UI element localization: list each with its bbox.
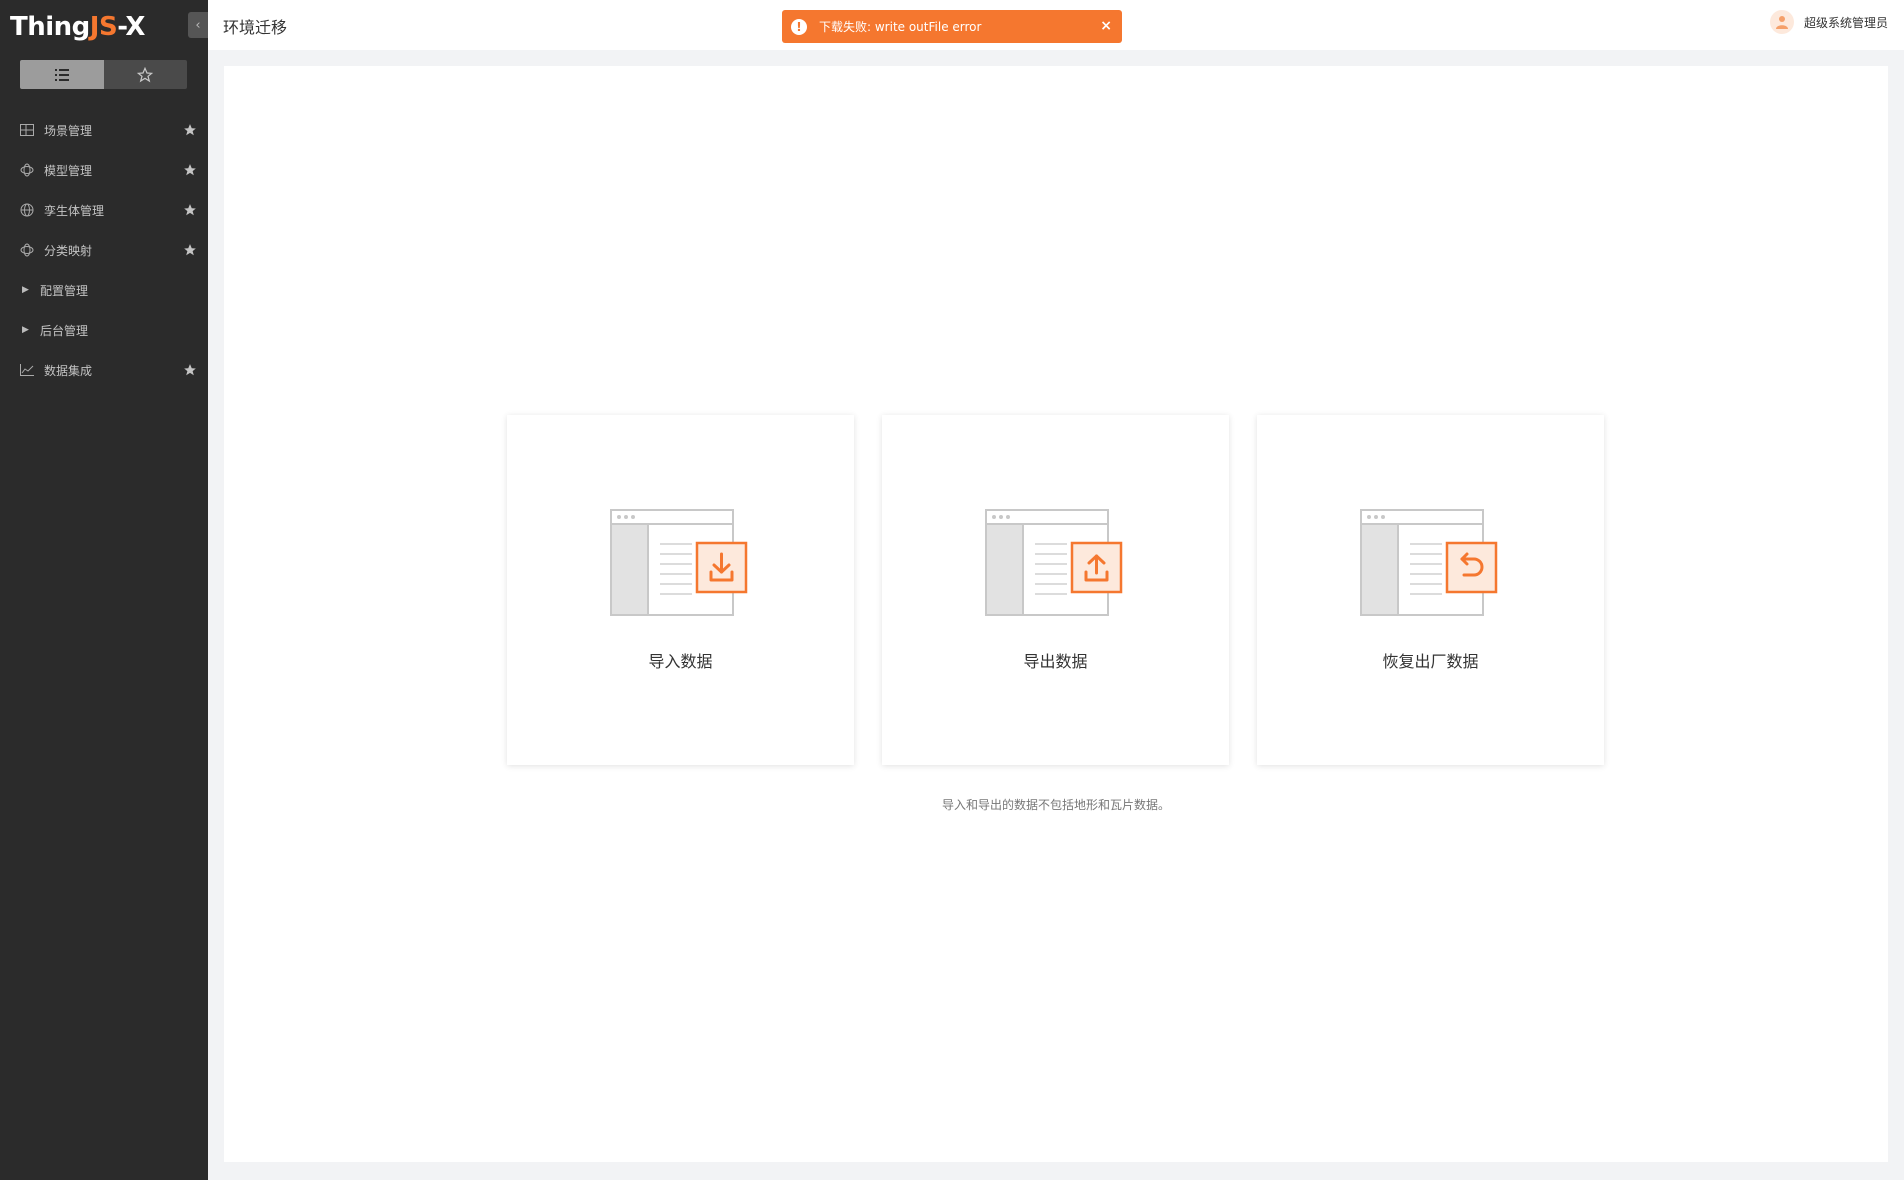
sidebar-item-category-mapping[interactable]: 分类映射 bbox=[0, 230, 208, 270]
caret-right-icon: ▶ bbox=[22, 325, 29, 335]
sidebar-item-model[interactable]: 模型管理 bbox=[0, 150, 208, 190]
info-note: 导入和导出的数据不包括地形和瓦片数据。 bbox=[941, 798, 1170, 812]
all-menus-tab[interactable] bbox=[20, 60, 104, 89]
logo-text-thing: Thing bbox=[10, 12, 90, 42]
sidebar-item-data-integration[interactable]: 数据集成 bbox=[0, 350, 208, 390]
user-menu[interactable]: 超级系统管理员 bbox=[1769, 10, 1888, 34]
exclamation-icon: ! bbox=[791, 18, 807, 35]
card-label: 恢复出厂数据 bbox=[1382, 652, 1479, 671]
favorite-star-icon[interactable] bbox=[183, 123, 197, 140]
favorite-star-icon[interactable] bbox=[183, 243, 197, 260]
sidebar-item-label: 场景管理 bbox=[44, 123, 93, 138]
sidebar-menu: 场景管理 模型管理 孪生体管理 分类映射 ▶ 配置管理 ▶ 后台管理 数据集成 bbox=[0, 110, 208, 390]
favorites-tab[interactable] bbox=[103, 60, 187, 89]
collapse-sidebar-button[interactable]: ‹ bbox=[188, 12, 208, 38]
card-label: 导入数据 bbox=[648, 652, 713, 671]
sidebar-item-label: 配置管理 bbox=[40, 283, 89, 298]
app-logo[interactable]: Thing JS -X bbox=[10, 10, 145, 44]
sidebar-item-label: 后台管理 bbox=[40, 323, 89, 338]
star-outline-icon bbox=[137, 66, 154, 82]
view-toggle bbox=[20, 60, 187, 89]
chevron-left-icon: ‹ bbox=[195, 17, 201, 33]
close-icon[interactable]: × bbox=[1100, 18, 1112, 34]
sidebar-item-label: 分类映射 bbox=[44, 243, 93, 258]
logo-text-js: JS bbox=[89, 12, 118, 42]
main-content: 导入数据 导出数据 恢复出厂数据 导入和导出的数据不包括地形和瓦片数据。 bbox=[224, 66, 1888, 1162]
page-title: 环境迁移 bbox=[223, 18, 288, 37]
restore-factory-data-card[interactable]: 恢复出厂数据 bbox=[1257, 415, 1604, 765]
globe-icon bbox=[20, 203, 34, 217]
cube-icon bbox=[20, 243, 34, 257]
sidebar-item-config[interactable]: ▶ 配置管理 bbox=[0, 270, 208, 310]
export-icon bbox=[985, 509, 1123, 616]
caret-right-icon: ▶ bbox=[22, 285, 29, 295]
sidebar: Thing JS -X ‹ 场景管理 模型管理 孪生体管理 分类映射 ▶ 配置管… bbox=[0, 0, 208, 1180]
sidebar-item-label: 模型管理 bbox=[44, 163, 93, 178]
toast-message: 下载失败: write outFile error bbox=[819, 20, 982, 34]
sidebar-item-twin[interactable]: 孪生体管理 bbox=[0, 190, 208, 230]
sidebar-item-scene[interactable]: 场景管理 bbox=[0, 110, 208, 150]
sidebar-item-label: 孪生体管理 bbox=[44, 203, 105, 218]
favorite-star-icon[interactable] bbox=[183, 163, 197, 180]
favorite-star-icon[interactable] bbox=[183, 363, 197, 380]
cube-icon bbox=[20, 163, 34, 177]
sidebar-item-label: 数据集成 bbox=[44, 363, 93, 378]
chart-line-icon bbox=[20, 363, 34, 377]
avatar[interactable] bbox=[1769, 10, 1794, 34]
card-label: 导出数据 bbox=[1023, 652, 1088, 671]
grid-icon bbox=[20, 123, 34, 137]
user-icon bbox=[1775, 16, 1788, 29]
import-data-card[interactable]: 导入数据 bbox=[507, 415, 854, 765]
error-toast: ! 下载失败: write outFile error × bbox=[782, 10, 1122, 43]
logo-text-x: -X bbox=[117, 12, 145, 42]
sidebar-item-backend[interactable]: ▶ 后台管理 bbox=[0, 310, 208, 350]
export-data-card[interactable]: 导出数据 bbox=[882, 415, 1229, 765]
import-icon bbox=[610, 509, 748, 616]
restore-icon bbox=[1360, 509, 1498, 616]
list-icon bbox=[54, 68, 69, 81]
user-name: 超级系统管理员 bbox=[1803, 15, 1888, 30]
favorite-star-icon[interactable] bbox=[183, 203, 197, 220]
